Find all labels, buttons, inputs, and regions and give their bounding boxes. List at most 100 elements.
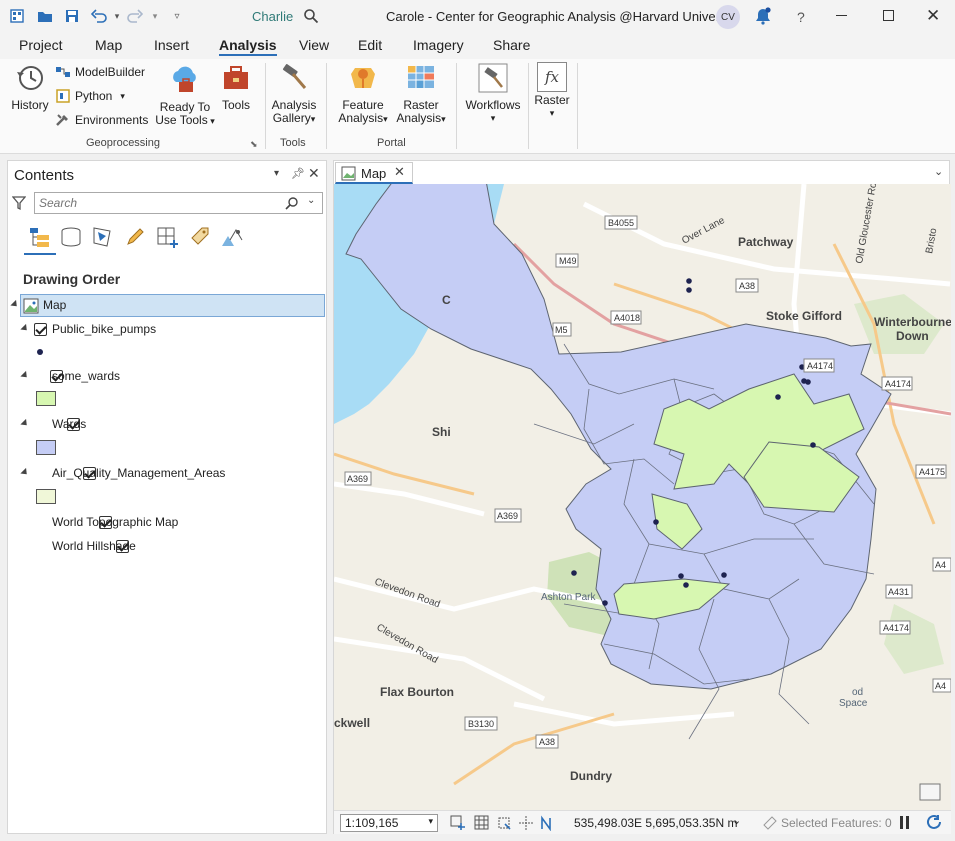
environments-button[interactable]: Environments xyxy=(55,112,148,128)
list-by-editing-icon[interactable] xyxy=(124,226,146,248)
wards-symbol-swatch[interactable] xyxy=(36,440,56,455)
point-symbol-swatch[interactable] xyxy=(37,349,43,355)
redo-dropdown-icon[interactable]: ▾ xyxy=(146,7,164,25)
layer-name-air-quality-management-areas[interactable]: Air_Quality_Management_Areas xyxy=(52,466,225,480)
tab-share[interactable]: Share xyxy=(493,37,530,53)
tab-imagery[interactable]: Imagery xyxy=(413,37,464,53)
list-by-perspective-icon[interactable] xyxy=(220,226,244,248)
scale-selector[interactable]: 1:109,165 ▾ xyxy=(340,814,438,832)
layer-expand-icon[interactable] xyxy=(20,323,30,334)
redo-icon[interactable] xyxy=(126,7,144,25)
workflows-button[interactable]: Workflows ▾ xyxy=(462,62,524,125)
layer-name-world-hillshade[interactable]: World Hillshade xyxy=(52,539,136,553)
list-by-snapping-icon[interactable] xyxy=(156,226,180,248)
search-icon[interactable] xyxy=(285,196,299,210)
filter-icon[interactable] xyxy=(12,195,26,211)
search-input[interactable] xyxy=(35,193,281,213)
tools-label: Tools xyxy=(221,98,250,112)
svg-text:A38: A38 xyxy=(539,737,555,747)
history-button[interactable]: History xyxy=(8,62,52,112)
minimize-icon[interactable] xyxy=(836,15,847,16)
tab-overflow-dropdown-icon[interactable]: ⌄ xyxy=(934,165,943,178)
layer-expand-icon[interactable] xyxy=(20,370,30,381)
tab-insert[interactable]: Insert xyxy=(154,37,189,53)
avatar[interactable]: CV xyxy=(716,5,740,29)
label-od-fragment: od xyxy=(852,687,863,698)
layer-name-world-topographic-map[interactable]: World Topographic Map xyxy=(52,515,178,529)
open-project-icon[interactable] xyxy=(36,7,54,25)
selection-icon[interactable] xyxy=(762,815,778,831)
crosshair-icon[interactable] xyxy=(518,815,534,831)
svg-text:B4055: B4055 xyxy=(608,218,634,228)
analysis-gallery-button[interactable]: Analysis Gallery▾ xyxy=(270,62,318,126)
list-by-drawing-order-tab[interactable] xyxy=(24,224,56,255)
label-dundry-fragment: Dundry xyxy=(570,769,612,783)
svg-text:A38: A38 xyxy=(739,281,755,291)
map-view-tab[interactable]: Map ✕ xyxy=(335,162,413,184)
pause-icon[interactable] xyxy=(906,816,909,829)
new-project-icon[interactable] xyxy=(8,7,26,25)
tab-analysis[interactable]: Analysis xyxy=(219,37,277,56)
search-box[interactable]: ⌄ xyxy=(34,192,323,214)
north-arrow-icon[interactable] xyxy=(538,815,554,831)
signed-in-user[interactable]: Charlie xyxy=(252,9,293,24)
undo-dropdown-icon[interactable]: ▾ xyxy=(108,7,126,25)
search-dropdown-icon[interactable]: ⌄ xyxy=(307,195,315,206)
raster-analysis-label-2: Analysis▾ xyxy=(396,111,446,125)
close-tab-icon[interactable]: ✕ xyxy=(394,164,405,180)
geoprocessing-dialog-launcher-icon[interactable]: ⬊ xyxy=(250,139,258,150)
svg-text:A4174: A4174 xyxy=(883,623,909,633)
pin-icon[interactable]: 📌︎ xyxy=(291,167,305,180)
raster-functions-button[interactable]: fx Raster ▾ xyxy=(533,62,571,120)
tab-edit[interactable]: Edit xyxy=(358,37,382,53)
close-pane-icon[interactable]: ✕ xyxy=(308,165,320,182)
python-button[interactable]: Python ▾ xyxy=(55,88,125,104)
layer-expand-icon[interactable] xyxy=(20,418,30,429)
list-by-selection-icon[interactable] xyxy=(92,226,114,248)
layer-name-some-wards[interactable]: some_wards xyxy=(52,369,120,383)
modelbuilder-button[interactable]: ModelBuilder xyxy=(55,64,145,80)
raster-analysis-button[interactable]: Raster Analysis▾ xyxy=(394,62,448,126)
selected-features-count[interactable]: Selected Features: 0 xyxy=(781,816,892,830)
map-overview-icon[interactable] xyxy=(919,783,941,801)
list-by-source-icon[interactable] xyxy=(60,226,82,248)
pause-icon[interactable] xyxy=(900,816,903,829)
customize-toolbar-icon[interactable]: ▿ xyxy=(168,7,186,25)
tab-map[interactable]: Map xyxy=(95,37,122,53)
label-down: Down xyxy=(896,329,929,343)
ready-to-use-tools-button[interactable]: Ready To Use Tools ▾ xyxy=(154,62,216,128)
tab-view[interactable]: View xyxy=(299,37,329,53)
aqma-symbol-swatch[interactable] xyxy=(36,489,56,504)
close-window-icon[interactable]: ✕ xyxy=(926,6,940,26)
layer-name-public-bike-pumps[interactable]: Public_bike_pumps xyxy=(52,322,156,336)
some-wards-symbol-swatch[interactable] xyxy=(36,391,56,406)
layer-visibility-checkbox[interactable] xyxy=(34,323,47,336)
snapping-icon[interactable] xyxy=(496,815,512,831)
pane-options-icon[interactable]: ▾ xyxy=(274,168,279,179)
list-by-labeling-icon[interactable] xyxy=(188,226,212,248)
group-geoprocessing-label: Geoprocessing xyxy=(86,137,160,149)
notification-bell-icon[interactable] xyxy=(754,7,772,25)
label-patchway: Patchway xyxy=(738,235,794,249)
environments-icon xyxy=(56,114,68,126)
command-search-icon[interactable] xyxy=(302,7,320,25)
help-icon[interactable]: ? xyxy=(797,9,805,25)
feature-analysis-button[interactable]: Feature Analysis▾ xyxy=(336,62,390,126)
drawing-order-heading: Drawing Order xyxy=(23,271,121,287)
tools-button[interactable]: Tools xyxy=(218,62,254,112)
map-canvas[interactable]: Patchway Stoke Gifford Winterbourne Down… xyxy=(334,184,951,810)
fixed-zoom-icon[interactable] xyxy=(450,815,466,831)
grid-icon[interactable] xyxy=(474,815,490,831)
toolbox-icon xyxy=(224,66,248,89)
layer-name-wards[interactable]: Wards xyxy=(52,417,86,431)
analysis-gallery-label-2: Gallery▾ xyxy=(272,111,316,125)
coordinate-format-dropdown-icon[interactable]: ⌄ xyxy=(732,814,741,827)
raster-label: Raster xyxy=(534,93,570,107)
refresh-icon[interactable] xyxy=(926,814,943,831)
undo-icon[interactable] xyxy=(90,7,108,25)
maximize-icon[interactable] xyxy=(883,10,894,21)
map-expand-icon[interactable] xyxy=(10,299,20,310)
layer-expand-icon[interactable] xyxy=(20,467,30,478)
tab-project[interactable]: Project xyxy=(19,37,63,53)
save-project-icon[interactable] xyxy=(63,7,81,25)
